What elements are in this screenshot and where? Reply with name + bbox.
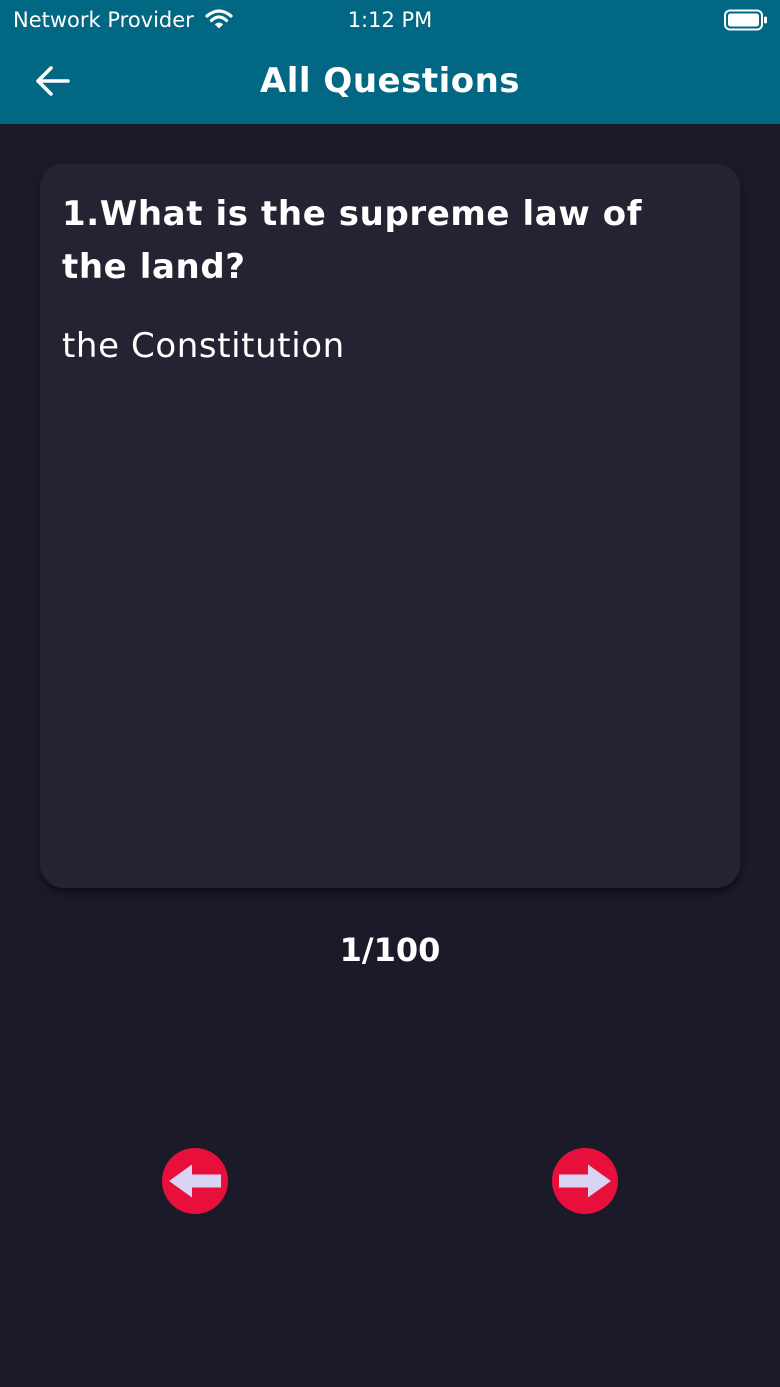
battery-full-icon bbox=[724, 9, 767, 31]
answer-text: the Constitution bbox=[62, 326, 345, 366]
arrow-right-circle-icon bbox=[559, 1164, 611, 1198]
status-bar: Network Provider 1:12 PM bbox=[0, 0, 780, 40]
status-time: 1:12 PM bbox=[347, 8, 433, 32]
question-text: 1.What is the supreme law of the land? bbox=[62, 194, 643, 287]
top-bar: Network Provider 1:12 PM All Questions bbox=[0, 0, 780, 124]
page-title: All Questions bbox=[259, 61, 521, 101]
navigation-bar: All Questions bbox=[0, 40, 780, 124]
question-counter: 1/100 bbox=[339, 931, 441, 969]
previous-question-button[interactable] bbox=[162, 1148, 228, 1214]
next-question-button[interactable] bbox=[552, 1148, 618, 1214]
screen: Network Provider 1:12 PM All Questions 1… bbox=[0, 0, 780, 1387]
question-card: 1.What is the supreme law of the land? t… bbox=[40, 164, 740, 888]
arrow-left-circle-icon bbox=[169, 1164, 221, 1198]
